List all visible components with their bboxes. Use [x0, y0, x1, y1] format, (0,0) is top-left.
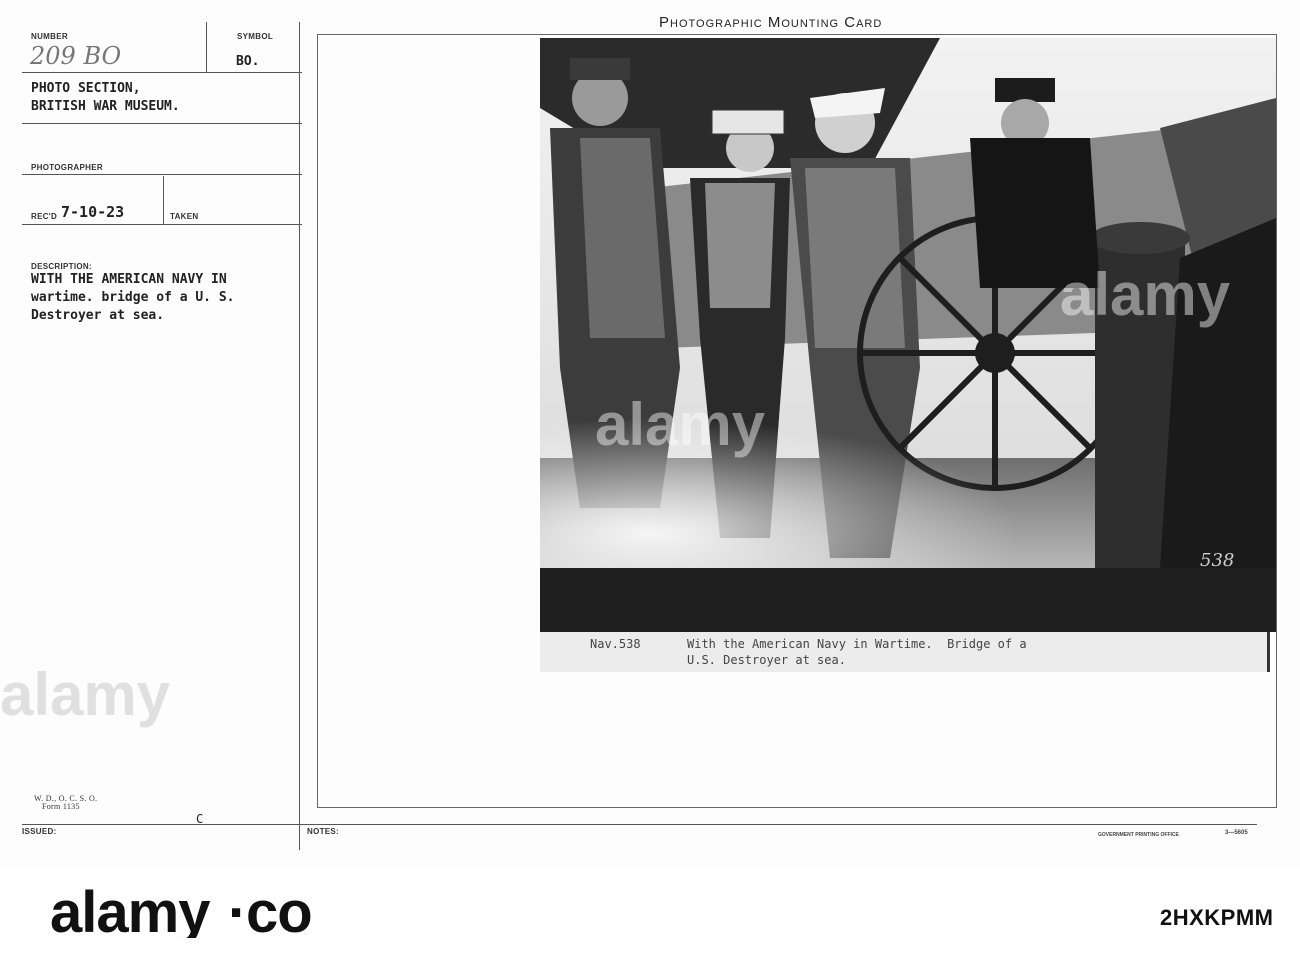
svg-text:·: ·: [228, 886, 246, 938]
caption-line-2: U.S. Destroyer at sea.: [687, 653, 846, 667]
divider: [22, 72, 302, 73]
mounting-card: Photographic Mounting Card NUMBER 209 BO…: [0, 0, 1300, 868]
photo-caption-strip: Nav.538 With the American Navy in Wartim…: [540, 632, 1270, 672]
navy-bridge-photo: 538: [540, 38, 1276, 632]
divider: [22, 174, 302, 175]
recd-value: 7-10-23: [61, 203, 125, 221]
section-line-2: BRITISH WAR MUSEUM.: [31, 99, 180, 114]
description-line-3: Destroyer at sea.: [31, 308, 165, 323]
svg-text:alamy: alamy: [50, 886, 210, 938]
issued-label: ISSUED:: [22, 827, 57, 836]
number-label: NUMBER: [31, 32, 68, 41]
symbol-label: SYMBOL: [237, 32, 274, 41]
taken-label: TAKEN: [170, 212, 199, 221]
watermark: alamy: [595, 391, 766, 458]
caption-line-1: With the American Navy in Wartime. Bridg…: [687, 637, 1027, 651]
alamy-logo: alamy · co: [50, 886, 313, 938]
divider: [22, 824, 1257, 825]
divider: [22, 224, 302, 225]
section-line-1: PHOTO SECTION,: [31, 81, 141, 96]
description-line-2: wartime. bridge of a U. S.: [31, 290, 235, 305]
watermark: alamy: [0, 661, 171, 728]
printing-office: GOVERNMENT PRINTING OFFICE: [1098, 832, 1179, 838]
issued-mark: C: [196, 812, 204, 826]
form-line-2: Form 1135: [42, 802, 80, 811]
image-id: 2HXKPMM: [1160, 905, 1274, 930]
number-value: 209 BO: [30, 42, 122, 70]
divider: [206, 22, 207, 72]
divider: [299, 22, 300, 850]
svg-text:co: co: [246, 886, 312, 938]
symbol-value: BO.: [236, 54, 260, 69]
divider: [163, 176, 164, 224]
caption-ref: Nav.538: [590, 637, 641, 651]
card-title: Photographic Mounting Card: [659, 14, 883, 31]
watermark: alamy: [1060, 261, 1231, 328]
photographer-label: PHOTOGRAPHER: [31, 163, 103, 172]
divider: [22, 123, 302, 124]
description-line-1: WITH THE AMERICAN NAVY IN: [31, 272, 227, 287]
print-code: 3—5605: [1225, 830, 1248, 836]
corner-mark: 538: [1200, 550, 1234, 571]
notes-label: NOTES:: [307, 827, 340, 836]
description-label: DESCRIPTION:: [31, 262, 92, 271]
recd-label: REC'D: [31, 212, 58, 221]
